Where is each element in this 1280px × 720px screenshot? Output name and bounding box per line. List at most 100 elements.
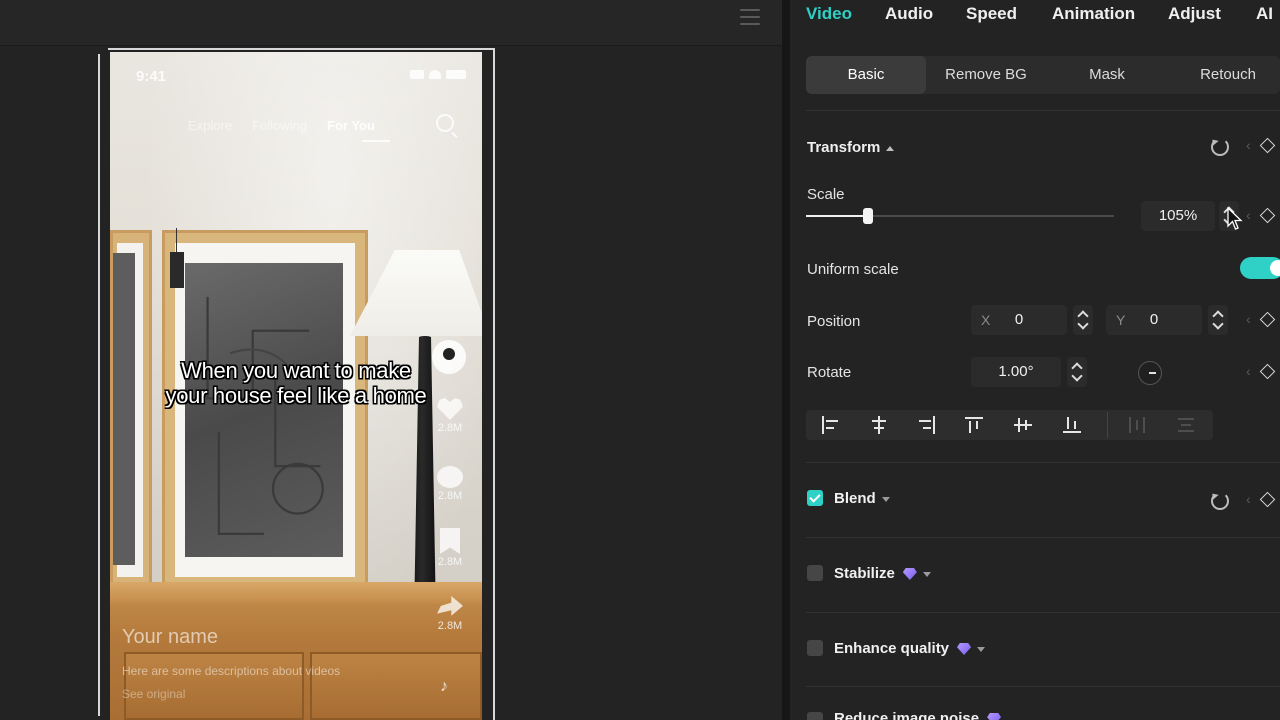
- prev-keyframe-icon[interactable]: ‹: [1246, 137, 1251, 153]
- avatar: [432, 340, 466, 374]
- position-y-stepper[interactable]: [1208, 305, 1228, 335]
- reduce-noise-title: Reduce image noise: [834, 710, 980, 720]
- reset-icon[interactable]: [1211, 492, 1229, 510]
- uniform-scale-toggle[interactable]: [1240, 257, 1280, 279]
- enhance-quality-header[interactable]: Enhance quality: [834, 640, 986, 657]
- tab-animation[interactable]: Animation: [1052, 4, 1135, 24]
- position-x-value: 0: [1014, 311, 1024, 328]
- align-center-horizontal-icon[interactable]: [869, 415, 889, 435]
- video-canvas[interactable]: 9:41 Explore Following For You When you …: [110, 52, 482, 720]
- music-disc-icon: ♪: [440, 678, 448, 695]
- align-bottom-icon[interactable]: [1062, 415, 1082, 435]
- position-x-input[interactable]: X 0: [971, 305, 1067, 335]
- position-y-input[interactable]: Y 0: [1106, 305, 1202, 335]
- tab-speed[interactable]: Speed: [966, 4, 1017, 24]
- enhance-quality-title: Enhance quality: [834, 640, 950, 657]
- crop-border-left[interactable]: [98, 54, 100, 716]
- price-tag-string: [176, 228, 177, 254]
- prev-keyframe-icon[interactable]: ‹: [1246, 207, 1251, 223]
- preview-topbar: [0, 0, 782, 46]
- rotate-stepper[interactable]: [1067, 357, 1087, 387]
- crop-border-top[interactable]: [108, 48, 494, 50]
- stabilize-checkbox[interactable]: [807, 565, 823, 581]
- subtab-basic[interactable]: Basic: [806, 56, 926, 94]
- divider: [806, 612, 1280, 613]
- align-right-icon[interactable]: [917, 415, 937, 435]
- keyframe-icon[interactable]: [1259, 207, 1276, 224]
- position-x-stepper[interactable]: [1073, 305, 1093, 335]
- preview-area: 9:41 Explore Following For You When you …: [0, 0, 782, 720]
- panel-splitter[interactable]: [782, 0, 790, 720]
- scale-input[interactable]: 105%: [1141, 201, 1215, 231]
- blend-header[interactable]: Blend: [834, 490, 890, 507]
- tab-video[interactable]: Video: [806, 4, 852, 24]
- rotate-input[interactable]: 1.00°: [971, 357, 1061, 387]
- keyframe-icon[interactable]: [1259, 311, 1276, 328]
- transform-header[interactable]: Transform: [807, 139, 895, 156]
- distribute-vertical-icon[interactable]: [1176, 415, 1196, 435]
- search-icon: [436, 114, 454, 132]
- scale-slider[interactable]: [806, 208, 1114, 224]
- tab-adjust[interactable]: Adjust: [1168, 4, 1221, 24]
- keyframe-icon[interactable]: [1259, 491, 1276, 508]
- position-y-value: 0: [1149, 311, 1159, 328]
- mouse-cursor-icon: [1227, 207, 1243, 230]
- wifi-icon: [429, 70, 441, 79]
- prev-keyframe-icon[interactable]: ‹: [1246, 363, 1251, 379]
- distribute-horizontal-icon[interactable]: [1127, 415, 1147, 435]
- keyframe-icon[interactable]: [1259, 363, 1276, 380]
- property-tabs: Video Audio Speed Animation Adjust AI: [790, 0, 1280, 44]
- caption-text[interactable]: When you want to make your house feel li…: [110, 358, 482, 408]
- prev-keyframe-icon[interactable]: ‹: [1246, 311, 1251, 327]
- subtab-remove-bg[interactable]: Remove BG: [930, 56, 1042, 94]
- blend-title: Blend: [834, 490, 876, 507]
- transform-title: Transform: [807, 139, 881, 156]
- menu-icon[interactable]: [740, 9, 760, 25]
- properties-panel: Video Audio Speed Animation Adjust AI Ba…: [790, 0, 1280, 720]
- dresser-drawer: [310, 652, 482, 720]
- subtab-mask[interactable]: Mask: [1052, 56, 1162, 94]
- align-center-vertical-icon[interactable]: [1013, 415, 1033, 435]
- share-icon: [437, 596, 463, 616]
- reset-icon[interactable]: [1211, 138, 1229, 156]
- align-top-icon[interactable]: [964, 415, 984, 435]
- rotate-label: Rotate: [807, 364, 852, 381]
- alignment-toolbar: [806, 410, 1213, 440]
- crop-border-right[interactable]: [493, 48, 495, 720]
- enhance-quality-checkbox[interactable]: [807, 640, 823, 656]
- dresser-drawer: [124, 652, 304, 720]
- tab-ai[interactable]: AI: [1256, 4, 1273, 24]
- rotate-dial[interactable]: [1138, 361, 1162, 385]
- status-icons: [410, 70, 466, 79]
- signal-icon: [410, 70, 424, 79]
- phone-tab-for-you: For You: [327, 118, 375, 133]
- caption-line: your house feel like a home: [165, 383, 427, 408]
- divider: [806, 462, 1280, 463]
- heart-icon: [437, 398, 463, 420]
- keyframe-icon[interactable]: [1259, 137, 1276, 154]
- tab-audio[interactable]: Audio: [885, 4, 933, 24]
- blend-checkbox[interactable]: [807, 490, 823, 506]
- scale-slider-thumb[interactable]: [863, 208, 873, 224]
- scale-label: Scale: [807, 186, 845, 203]
- divider: [806, 686, 1280, 687]
- chevron-down-icon: [881, 496, 890, 502]
- align-left-icon[interactable]: [820, 415, 840, 435]
- phone-tab-underline: [362, 140, 390, 142]
- uniform-scale-label: Uniform scale: [807, 261, 899, 278]
- reduce-noise-checkbox[interactable]: [807, 712, 823, 720]
- caption-line: When you want to make: [181, 358, 411, 383]
- reduce-noise-header[interactable]: Reduce image noise: [834, 710, 1002, 720]
- comment-count: 2.8M: [437, 490, 463, 502]
- divider: [806, 537, 1280, 538]
- pro-gem-icon: [902, 568, 917, 581]
- battery-icon: [446, 70, 466, 79]
- pro-gem-icon: [987, 713, 1002, 720]
- subtab-retouch[interactable]: Retouch: [1176, 56, 1280, 94]
- position-label: Position: [807, 313, 861, 330]
- phone-nav-tabs: Explore Following For You: [188, 118, 375, 133]
- status-time: 9:41: [136, 68, 167, 85]
- prev-keyframe-icon[interactable]: ‹: [1246, 491, 1251, 507]
- app-window: 9:41 Explore Following For You When you …: [0, 0, 1280, 720]
- stabilize-header[interactable]: Stabilize: [834, 565, 931, 582]
